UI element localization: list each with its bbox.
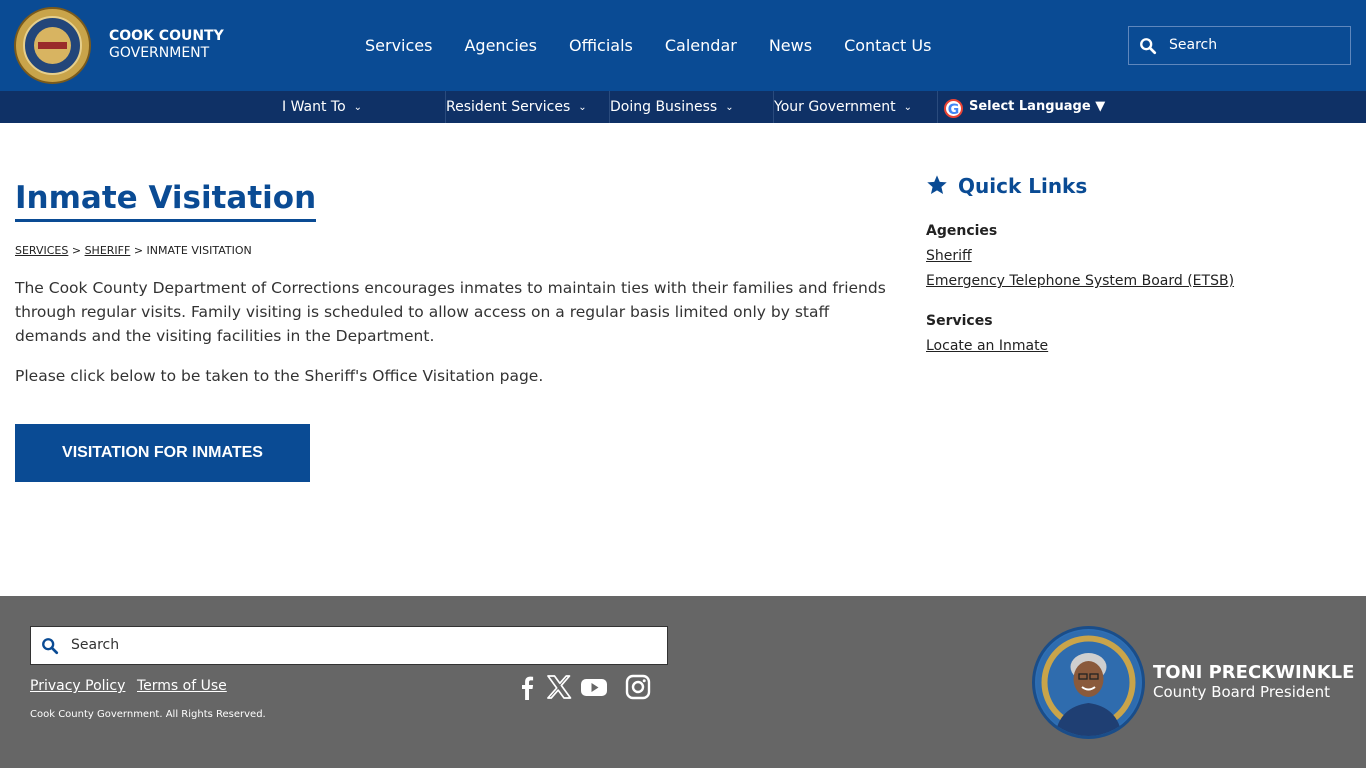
instruction-paragraph: Please click below to be taken to the Sh… <box>15 367 544 385</box>
chevron-down-icon: ⌄ <box>578 102 587 113</box>
language-label: Select Language ▼ <box>969 99 1106 114</box>
subnav-your-government[interactable]: Your Government ⌄ <box>774 91 912 123</box>
county-seal-logo[interactable] <box>14 7 91 84</box>
visitation-for-inmates-button[interactable]: VISITATION FOR INMATES <box>15 424 310 482</box>
google-translate-icon: G <box>944 99 963 118</box>
chevron-down-icon: ⌄ <box>725 102 734 113</box>
breadcrumb: SERVICES > SHERIFF > INMATE VISITATION <box>15 244 252 257</box>
footer-search-input[interactable]: Search <box>30 626 668 665</box>
subnav-resident-services[interactable]: Resident Services ⌄ <box>446 91 587 123</box>
breadcrumb-current: INMATE VISITATION <box>146 244 252 257</box>
x-icon[interactable] <box>546 674 572 700</box>
facebook-icon[interactable] <box>514 674 540 700</box>
terms-of-use-link[interactable]: Terms of Use <box>137 678 227 694</box>
youtube-icon[interactable] <box>580 674 608 700</box>
footer-search-placeholder: Search <box>71 637 120 653</box>
search-icon <box>42 638 59 655</box>
site-header: COOK COUNTY GOVERNMENT Services Agencies… <box>0 0 1366 91</box>
quick-links-title: Quick Links <box>926 174 1087 198</box>
search-icon <box>1140 38 1157 55</box>
president-title: County Board President <box>1153 683 1331 701</box>
chevron-down-icon: ⌄ <box>353 102 363 113</box>
brand-line1: COOK COUNTY <box>109 28 224 44</box>
nav-services[interactable]: Services <box>365 36 432 55</box>
subnav-doing-business[interactable]: Doing Business ⌄ <box>610 91 734 123</box>
star-icon <box>927 175 947 194</box>
nav-calendar[interactable]: Calendar <box>665 36 737 55</box>
nav-contact-us[interactable]: Contact Us <box>844 36 931 55</box>
quick-links-heading-services: Services <box>926 313 993 329</box>
quick-link-etsb[interactable]: Emergency Telephone System Board (ETSB) <box>926 273 1234 289</box>
president-portrait <box>1036 630 1141 736</box>
nav-news[interactable]: News <box>769 36 812 55</box>
copyright-text: Cook County Government. All Rights Reser… <box>30 709 266 720</box>
subnav-i-want-to[interactable]: I Want To ⌄ <box>282 91 362 123</box>
nav-officials[interactable]: Officials <box>569 36 633 55</box>
instagram-icon[interactable] <box>625 674 651 700</box>
breadcrumb-services[interactable]: SERVICES <box>15 244 68 257</box>
header-search-placeholder: Search <box>1169 37 1218 53</box>
nav-agencies[interactable]: Agencies <box>464 36 537 55</box>
intro-paragraph: The Cook County Department of Correction… <box>15 279 886 345</box>
subnav-divider <box>937 91 938 123</box>
breadcrumb-sheriff[interactable]: SHERIFF <box>85 244 131 257</box>
breadcrumb-separator: > <box>133 244 144 257</box>
quick-link-sheriff[interactable]: Sheriff <box>926 248 972 264</box>
language-selector[interactable]: G Select Language ▼ <box>944 97 1105 118</box>
brand-name[interactable]: COOK COUNTY GOVERNMENT <box>109 28 224 62</box>
quick-links-heading-agencies: Agencies <box>926 223 998 239</box>
breadcrumb-separator: > <box>71 244 82 257</box>
page-title: Inmate Visitation <box>15 180 317 222</box>
secondary-nav: I Want To ⌄ Resident Services ⌄ Doing Busi… <box>0 91 1366 123</box>
president-photo[interactable] <box>1032 626 1145 739</box>
brand-line2: GOVERNMENT <box>109 45 210 61</box>
quick-link-locate-inmate[interactable]: Locate an Inmate <box>926 338 1048 354</box>
privacy-policy-link[interactable]: Privacy Policy <box>30 678 125 694</box>
header-search-input[interactable]: Search <box>1128 26 1351 65</box>
main-nav: Services Agencies Officials Calendar New… <box>365 36 963 55</box>
president-name: TONI PRECKWINKLE <box>1153 662 1355 683</box>
chevron-down-icon: ⌄ <box>903 102 913 113</box>
site-footer: Search Privacy Policy Terms of Use Cook … <box>0 596 1366 768</box>
